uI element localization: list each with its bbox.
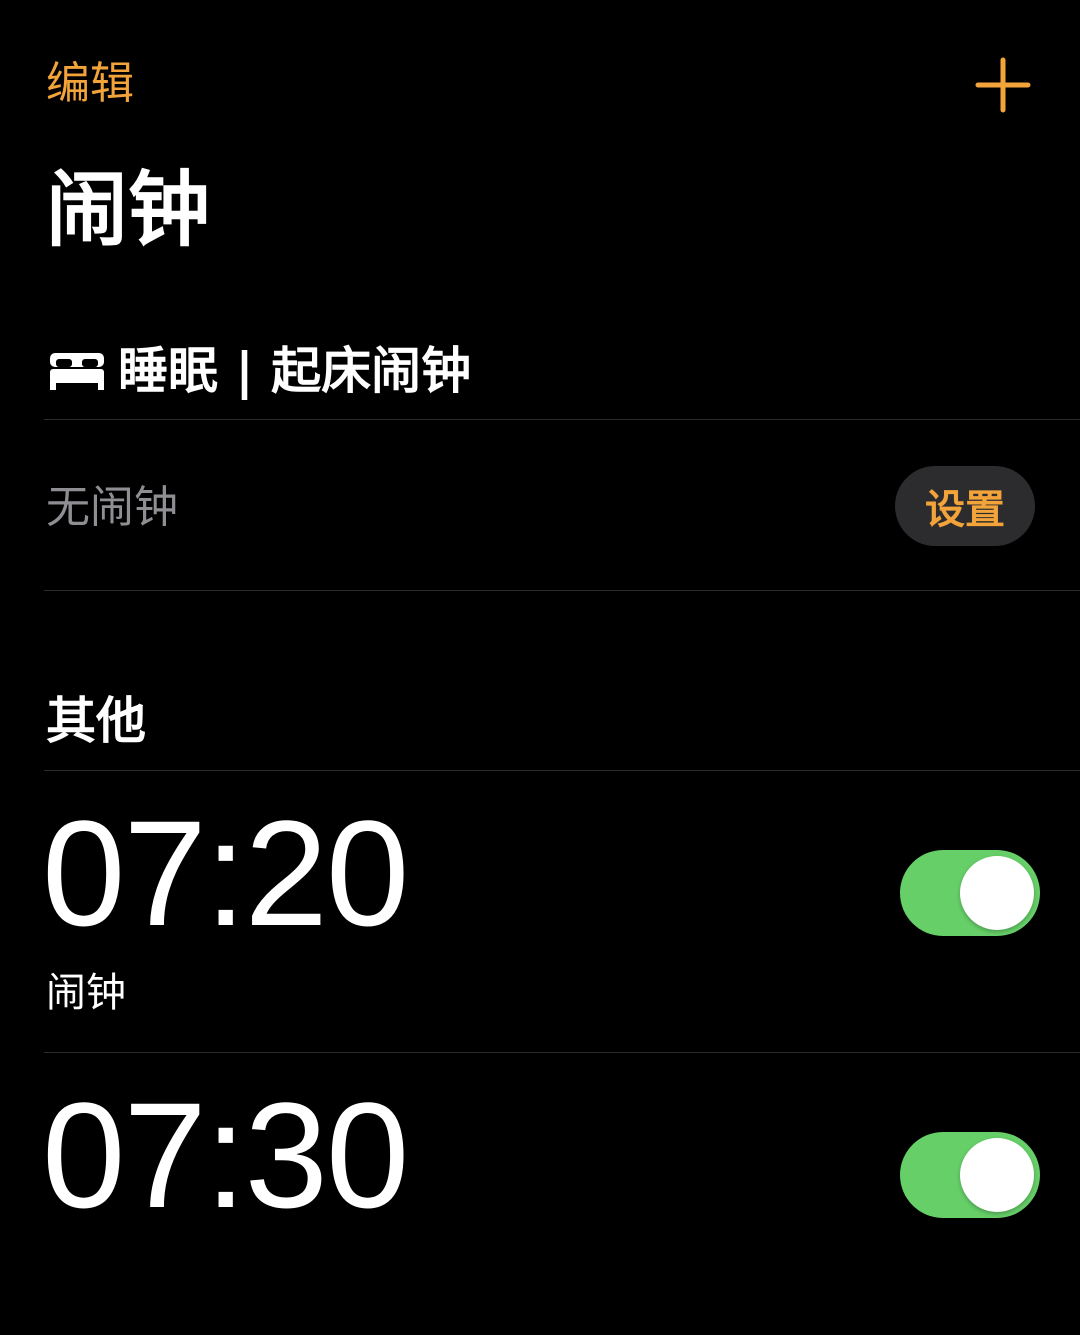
toggle-knob <box>960 1138 1034 1212</box>
alarm-time: 07:20 <box>42 789 409 957</box>
alarm-label: 闹钟 <box>46 970 126 1016</box>
sleep-section-header: 睡眠 | 起床闹钟 <box>48 336 471 406</box>
set-sleep-button[interactable]: 设置 <box>895 466 1035 546</box>
divider <box>44 590 1080 591</box>
divider <box>44 419 1080 420</box>
bed-icon <box>50 353 104 390</box>
alarm-toggle[interactable] <box>900 850 1040 936</box>
other-section-title: 其他 <box>46 692 146 750</box>
sleep-section-title: 睡眠 | 起床闹钟 <box>118 342 472 400</box>
alarm-time: 07:30 <box>42 1071 409 1239</box>
toggle-knob <box>960 856 1034 930</box>
page-title: 闹钟 <box>46 163 211 258</box>
plus-icon <box>975 57 1031 113</box>
edit-button[interactable]: 编辑 <box>46 56 134 112</box>
add-alarm-button[interactable] <box>974 56 1032 114</box>
nav-bar: 编辑 <box>0 0 1080 140</box>
sleep-status: 无闹钟 <box>46 482 178 533</box>
alarm-row[interactable]: 07:20 闹钟 <box>0 770 1080 1052</box>
alarm-row[interactable]: 07:30 <box>0 1052 1080 1334</box>
alarm-toggle[interactable] <box>900 1132 1040 1218</box>
